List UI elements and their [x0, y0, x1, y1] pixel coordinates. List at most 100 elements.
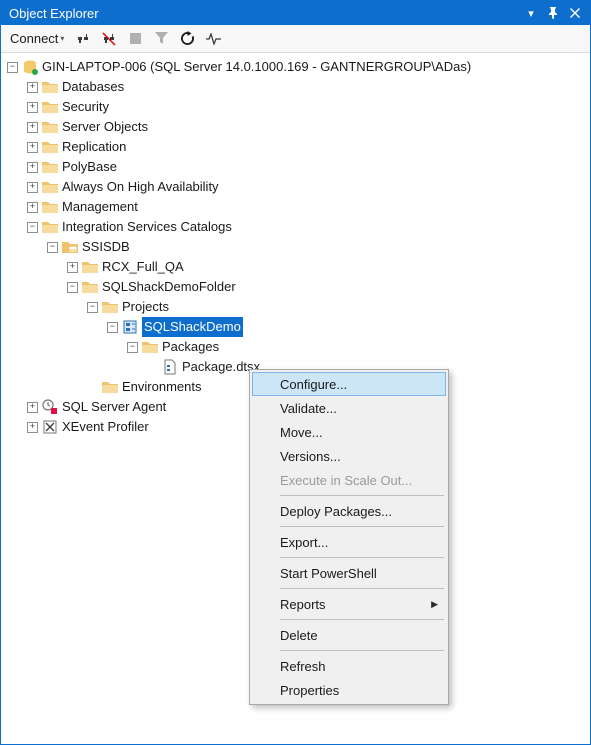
folder-icon	[82, 279, 98, 295]
submenu-arrow-icon: ▶	[431, 599, 438, 610]
tree-item-databases[interactable]: + Databases	[1, 77, 590, 97]
tree-item-polybase[interactable]: + PolyBase	[1, 157, 590, 177]
title-bar: Object Explorer ▾	[1, 1, 590, 25]
tree-item-ssisdb[interactable]: − SSISDB	[1, 237, 590, 257]
folder-icon	[82, 259, 98, 275]
tree-label: Server Objects	[62, 117, 148, 137]
tree-label: SSISDB	[82, 237, 130, 257]
catalog-icon	[62, 239, 78, 255]
collapse-icon[interactable]: −	[47, 242, 58, 253]
menu-item-validate[interactable]: Validate...	[252, 396, 446, 420]
expand-icon[interactable]: +	[27, 102, 38, 113]
package-file-icon	[162, 359, 178, 375]
panel-title: Object Explorer	[9, 6, 518, 21]
close-icon[interactable]	[566, 4, 584, 22]
tree-label: Databases	[62, 77, 124, 97]
expand-icon[interactable]: +	[27, 162, 38, 173]
tree-item-packages[interactable]: − Packages	[1, 337, 590, 357]
folder-icon	[42, 199, 58, 215]
collapse-icon[interactable]: −	[127, 342, 138, 353]
menu-item-deploy[interactable]: Deploy Packages...	[252, 499, 446, 523]
collapse-icon[interactable]: −	[27, 222, 38, 233]
stop-icon	[123, 28, 147, 50]
tree-label: Management	[62, 197, 138, 217]
menu-separator	[280, 588, 444, 589]
tree-item-sqlshackdemo[interactable]: − SQLShackDemo	[1, 317, 590, 337]
collapse-icon[interactable]: −	[67, 282, 78, 293]
tree-label: Security	[62, 97, 109, 117]
tree-label: Environments	[122, 377, 201, 397]
sql-agent-icon	[42, 399, 58, 415]
tree-item-sqlshackfolder[interactable]: − SQLShackDemoFolder	[1, 277, 590, 297]
filter-icon	[149, 28, 173, 50]
folder-icon	[102, 299, 118, 315]
folder-icon	[42, 99, 58, 115]
folder-icon	[102, 379, 118, 395]
tree-label-selected: SQLShackDemo	[142, 317, 243, 337]
tree-label: SQLShackDemoFolder	[102, 277, 236, 297]
collapse-icon[interactable]: −	[107, 322, 118, 333]
folder-icon	[42, 159, 58, 175]
tree-label: Always On High Availability	[62, 177, 219, 197]
chevron-down-icon: ▾	[60, 34, 64, 43]
context-menu: Configure... Validate... Move... Version…	[249, 369, 449, 705]
tree-label: XEvent Profiler	[62, 417, 149, 437]
folder-icon	[42, 219, 58, 235]
server-icon	[22, 59, 38, 75]
menu-item-export[interactable]: Export...	[252, 530, 446, 554]
menu-separator	[280, 526, 444, 527]
menu-item-properties[interactable]: Properties	[252, 678, 446, 702]
disconnect-plug-icon[interactable]	[97, 28, 121, 50]
activity-icon[interactable]	[201, 28, 225, 50]
expand-icon[interactable]: +	[27, 202, 38, 213]
tree-item-isc[interactable]: − Integration Services Catalogs	[1, 217, 590, 237]
tree-item-rcx[interactable]: + RCX_Full_QA	[1, 257, 590, 277]
tree-item-alwayson[interactable]: + Always On High Availability	[1, 177, 590, 197]
folder-icon	[42, 179, 58, 195]
menu-separator	[280, 650, 444, 651]
connect-plug-icon[interactable]	[71, 28, 95, 50]
menu-item-execute-scale: Execute in Scale Out...	[252, 468, 446, 492]
collapse-icon[interactable]: −	[7, 62, 18, 73]
tree-label: Packages	[162, 337, 219, 357]
toolbar: Connect ▾	[1, 25, 590, 53]
tree-label: GIN-LAPTOP-006 (SQL Server 14.0.1000.169…	[42, 57, 471, 77]
connect-button[interactable]: Connect ▾	[5, 28, 69, 50]
menu-separator	[280, 495, 444, 496]
tree-item-replication[interactable]: + Replication	[1, 137, 590, 157]
menu-item-refresh[interactable]: Refresh	[252, 654, 446, 678]
tree-label: Projects	[122, 297, 169, 317]
expand-icon[interactable]: +	[27, 422, 38, 433]
pin-icon[interactable]	[544, 4, 562, 22]
refresh-icon[interactable]	[175, 28, 199, 50]
tree-item-management[interactable]: + Management	[1, 197, 590, 217]
tree-item-serverobjects[interactable]: + Server Objects	[1, 117, 590, 137]
expand-icon[interactable]: +	[27, 82, 38, 93]
menu-item-reports[interactable]: Reports ▶	[252, 592, 446, 616]
expand-icon[interactable]: +	[27, 402, 38, 413]
tree-label: SQL Server Agent	[62, 397, 166, 417]
menu-separator	[280, 557, 444, 558]
expand-icon[interactable]: +	[27, 142, 38, 153]
menu-item-powershell[interactable]: Start PowerShell	[252, 561, 446, 585]
expand-icon[interactable]: +	[27, 122, 38, 133]
folder-icon	[42, 79, 58, 95]
tree-item-projects[interactable]: − Projects	[1, 297, 590, 317]
project-icon	[122, 319, 138, 335]
menu-item-versions[interactable]: Versions...	[252, 444, 446, 468]
menu-item-configure[interactable]: Configure...	[252, 372, 446, 396]
menu-item-move[interactable]: Move...	[252, 420, 446, 444]
tree-label: Replication	[62, 137, 126, 157]
folder-icon	[142, 339, 158, 355]
folder-icon	[42, 119, 58, 135]
tree-label: Integration Services Catalogs	[62, 217, 232, 237]
menu-item-delete[interactable]: Delete	[252, 623, 446, 647]
expand-icon[interactable]: +	[67, 262, 78, 273]
window-options-icon[interactable]: ▾	[522, 4, 540, 22]
xevent-icon	[42, 419, 58, 435]
collapse-icon[interactable]: −	[87, 302, 98, 313]
expand-icon[interactable]: +	[27, 182, 38, 193]
tree-item-security[interactable]: + Security	[1, 97, 590, 117]
tree-server-node[interactable]: − GIN-LAPTOP-006 (SQL Server 14.0.1000.1…	[1, 57, 590, 77]
tree-label: PolyBase	[62, 157, 117, 177]
